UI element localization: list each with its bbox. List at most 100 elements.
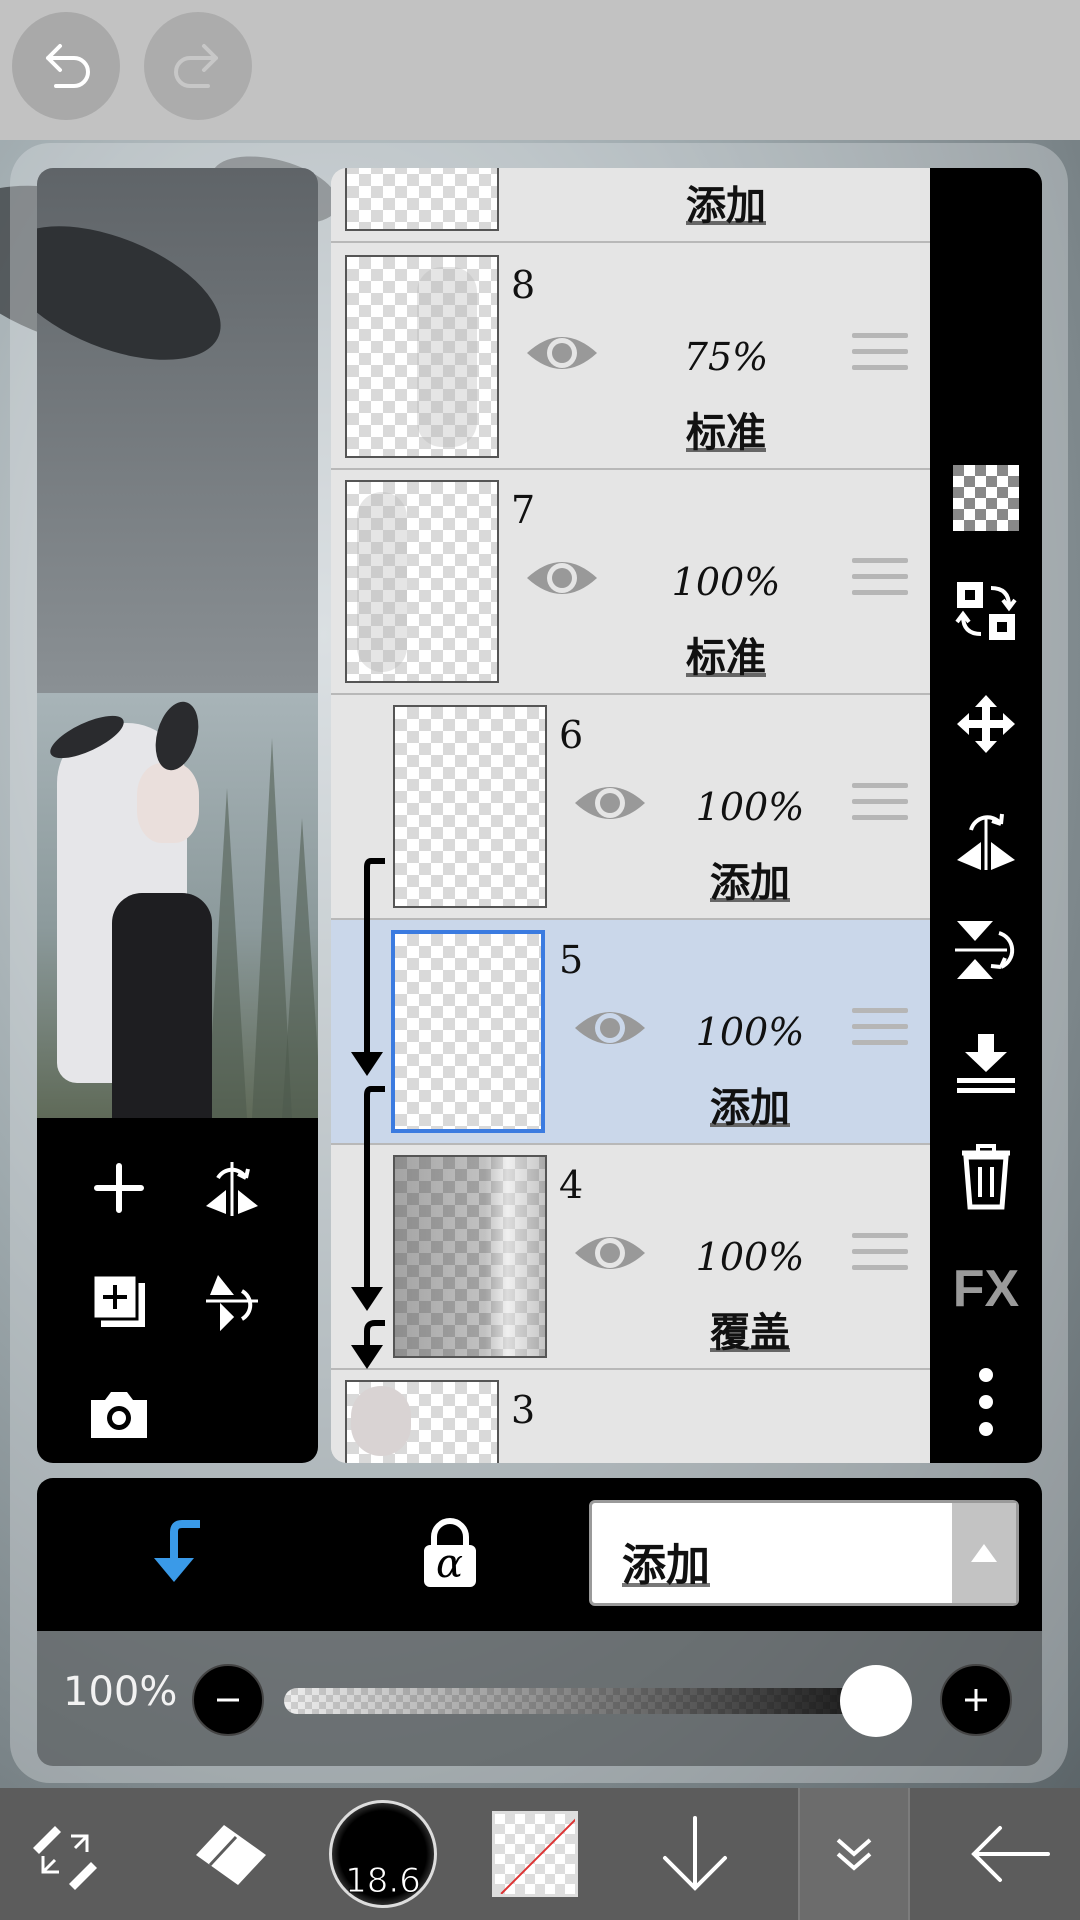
- layer-opacity: 100%: [695, 785, 805, 829]
- visibility-eye-icon[interactable]: [523, 552, 601, 604]
- flip-layer-horizontal-button[interactable]: [192, 1148, 272, 1228]
- visibility-eye-icon[interactable]: [571, 1227, 649, 1279]
- fx-button[interactable]: FX: [946, 1249, 1026, 1329]
- layer-row[interactable]: 7 100% 标准: [331, 470, 930, 695]
- layer-row-selected[interactable]: 5 100% 添加: [331, 920, 930, 1145]
- layer-row[interactable]: 添加: [331, 168, 930, 243]
- color-swatch-button[interactable]: [470, 1788, 600, 1920]
- camera-icon: [91, 1392, 147, 1438]
- brush-size-value: 18.6: [345, 1861, 422, 1902]
- trash-icon: [962, 1144, 1010, 1210]
- transform-tool-button[interactable]: [0, 1788, 130, 1920]
- blend-mode-select[interactable]: 添加: [589, 1500, 1019, 1606]
- add-layer-button[interactable]: [79, 1148, 159, 1228]
- layer-opacity: 100%: [671, 560, 781, 604]
- layer-thumbnail[interactable]: [345, 255, 499, 458]
- layer-opacity: 100%: [695, 1235, 805, 1279]
- swap-layer-button[interactable]: [946, 571, 1026, 651]
- drag-handle-icon[interactable]: [852, 558, 908, 604]
- layer-opacity: 100%: [695, 1010, 805, 1054]
- drag-handle-icon[interactable]: [852, 1233, 908, 1279]
- minus-icon: [217, 1698, 239, 1702]
- layer-blend-mode: 添加: [710, 860, 790, 906]
- layer-number: 3: [511, 1388, 536, 1432]
- swap-layer-icon: [955, 582, 1017, 640]
- blend-mode-caret[interactable]: [952, 1503, 1016, 1603]
- arrow-down-icon: [663, 1816, 727, 1891]
- visibility-eye-icon[interactable]: [523, 327, 601, 379]
- clipping-arrow-icon: [351, 1145, 385, 1369]
- layer-thumbnail[interactable]: [345, 1380, 499, 1463]
- opacity-decrease-button[interactable]: [192, 1664, 264, 1736]
- move-layer-down-button[interactable]: [630, 1788, 760, 1920]
- drag-handle-icon[interactable]: [852, 333, 908, 379]
- redo-icon: [174, 44, 218, 88]
- blend-mode-value: 添加: [622, 1540, 710, 1591]
- redo-button[interactable]: [144, 12, 252, 120]
- alpha-symbol: α: [436, 1541, 464, 1587]
- flip-horizontal-icon: [957, 813, 1015, 870]
- layer-row[interactable]: 6 100% 添加: [331, 695, 930, 920]
- layer-opacity: 75%: [683, 335, 769, 379]
- flip-layer-vertical-button[interactable]: [192, 1261, 272, 1341]
- alpha-lock-button[interactable]: α: [405, 1508, 495, 1598]
- top-bar: [0, 0, 1080, 140]
- transform-tool-icon: [33, 1826, 97, 1890]
- add-copy-layer-icon: [91, 1273, 145, 1327]
- layer-row[interactable]: 4 100% 覆盖: [331, 1145, 930, 1370]
- layer-actions: [37, 1118, 318, 1463]
- opacity-increase-button[interactable]: [940, 1664, 1012, 1736]
- flip-vertical-icon: [955, 921, 1015, 979]
- layer-blend-mode: 覆盖: [710, 1310, 790, 1356]
- collapse-panel-button[interactable]: [798, 1788, 910, 1920]
- clipping-arrow-icon: [364, 858, 385, 920]
- move-button[interactable]: [946, 684, 1026, 764]
- layer-thumbnail[interactable]: [345, 480, 499, 683]
- clipping-button[interactable]: [129, 1508, 219, 1598]
- blend-mode-bar: α 添加: [37, 1478, 1042, 1631]
- eraser-tool-button[interactable]: [165, 1788, 295, 1920]
- layer-number: 6: [559, 713, 584, 757]
- back-button[interactable]: [945, 1788, 1075, 1920]
- layer-number: 8: [511, 263, 536, 307]
- visibility-eye-icon[interactable]: [571, 777, 649, 829]
- opacity-value: 100%: [63, 1669, 178, 1715]
- drag-handle-icon[interactable]: [852, 783, 908, 829]
- canvas-thumbnail[interactable]: [37, 693, 318, 1118]
- right-toolbar: FX: [930, 168, 1042, 1463]
- camera-button[interactable]: [79, 1374, 159, 1454]
- brush-size-button[interactable]: 18.6: [318, 1788, 448, 1920]
- layer-thumbnail[interactable]: [393, 1155, 547, 1358]
- transparency-icon: [953, 465, 1019, 531]
- transparency-button[interactable]: [946, 458, 1026, 538]
- add-layer-icon: [94, 1163, 144, 1213]
- color-swatch: [492, 1811, 578, 1897]
- layer-thumbnail[interactable]: [391, 930, 545, 1133]
- opacity-slider-knob[interactable]: [840, 1665, 912, 1737]
- duplicate-layer-button[interactable]: [79, 1261, 159, 1341]
- visibility-eye-icon[interactable]: [571, 1002, 649, 1054]
- layer-blend-mode: 添加: [686, 183, 766, 229]
- layer-blend-mode: 标准: [686, 410, 766, 456]
- flip-horizontal-icon: [206, 1162, 258, 1216]
- undo-button[interactable]: [12, 12, 120, 120]
- layer-row[interactable]: 8 75% 标准: [331, 245, 930, 470]
- clipping-icon: [154, 1520, 200, 1582]
- layer-thumbnail[interactable]: [393, 705, 547, 908]
- more-options-button[interactable]: [946, 1362, 1026, 1442]
- flip-vertical-button[interactable]: [946, 910, 1026, 990]
- merge-down-button[interactable]: [946, 1023, 1026, 1103]
- clipping-arrow-icon: [351, 920, 383, 1076]
- drag-handle-icon[interactable]: [852, 1008, 908, 1054]
- opacity-slider-track[interactable]: [284, 1688, 904, 1714]
- delete-layer-button[interactable]: [946, 1136, 1026, 1216]
- layer-thumbnail[interactable]: [345, 168, 499, 231]
- flip-horizontal-button[interactable]: [946, 797, 1026, 877]
- plus-icon: [965, 1689, 987, 1711]
- more-icon: [979, 1368, 993, 1436]
- layer-list: 添加 8 75% 标准 7 100% 标准 6 100% 添加 5 100% 添…: [331, 168, 930, 1463]
- layer-row[interactable]: 3: [331, 1370, 930, 1463]
- layer-number: 5: [559, 938, 584, 982]
- layer-number: 4: [559, 1163, 584, 1207]
- merge-down-icon: [957, 1034, 1015, 1093]
